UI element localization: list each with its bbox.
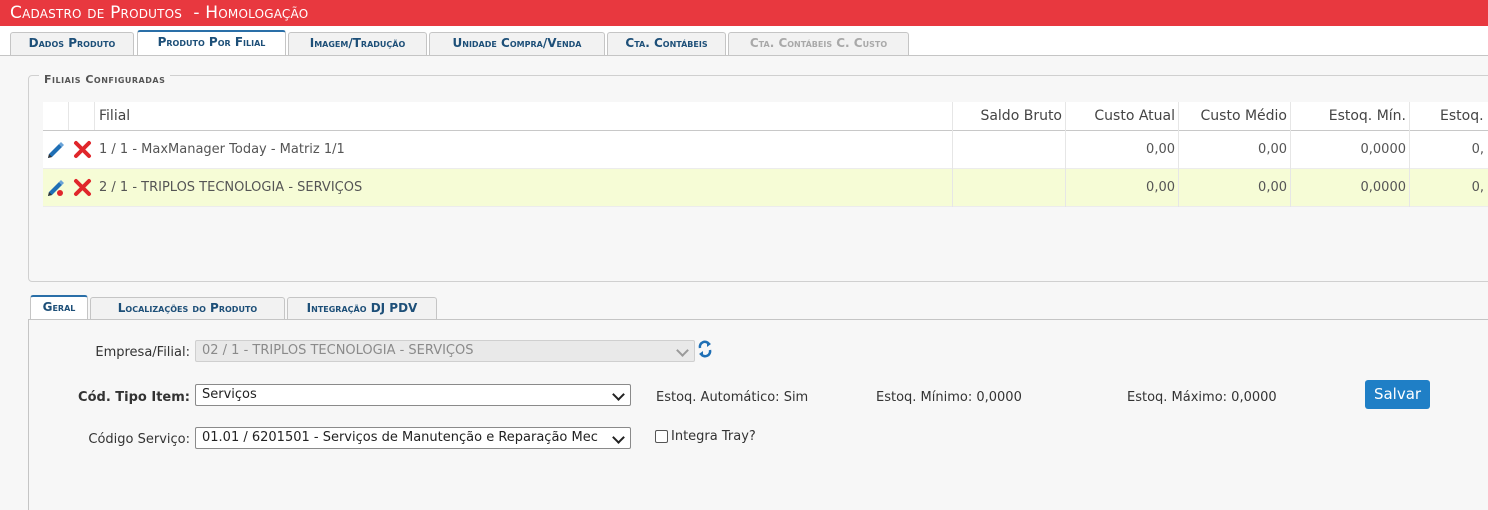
red-x-icon[interactable] xyxy=(73,140,92,159)
column-divider xyxy=(94,102,95,130)
cell-saldo-bruto xyxy=(953,169,1066,206)
column-custo-atual[interactable]: Custo Atual xyxy=(1066,102,1179,130)
cell-custo-atual: 0,00 xyxy=(1146,142,1175,157)
red-x-icon[interactable] xyxy=(73,178,92,197)
tipo-item-label: Cód. Tipo Item: xyxy=(78,390,190,405)
cell-custo-medio: 0,00 xyxy=(1258,180,1287,195)
tab-cta-contabeis[interactable]: Cta. Contábeis xyxy=(607,32,726,55)
chevron-down-icon xyxy=(676,344,689,357)
empresa-select: 02 / 1 - TRIPLOS TECNOLOGIA - SERVIÇOS xyxy=(195,340,695,362)
estoq-minimo: Estoq. Mínimo: 0,0000 xyxy=(876,390,1022,405)
tab-unidade-compra-venda[interactable]: Unidade Compra/Venda xyxy=(429,32,605,55)
pencil-icon[interactable] xyxy=(46,141,65,160)
cell-estoq: 0, xyxy=(1471,142,1484,157)
column-estoq[interactable]: Estoq. xyxy=(1436,102,1488,130)
tab-imagem-traducao[interactable]: Imagem/Tradução xyxy=(288,32,427,55)
cell-filial: 2 / 1 - TRIPLOS TECNOLOGIA - SERVIÇOS xyxy=(99,180,363,195)
tipo-item-select[interactable]: Serviços xyxy=(195,384,631,406)
chevron-down-icon xyxy=(612,431,625,444)
codigo-servico-value: 01.01 / 6201501 - Serviços de Manutenção… xyxy=(202,430,598,445)
column-filial[interactable]: Filial xyxy=(95,102,953,130)
empresa-value: 02 / 1 - TRIPLOS TECNOLOGIA - SERVIÇOS xyxy=(202,343,474,358)
column-divider xyxy=(1290,102,1291,207)
column-divider xyxy=(68,102,69,130)
tab-cta-contabeis-c-custo: Cta. Contábeis C. Custo xyxy=(728,32,909,55)
chevron-down-icon xyxy=(612,388,625,401)
tab-produto-por-filial[interactable]: Produto Por Filial xyxy=(137,30,286,55)
save-button[interactable]: Salvar xyxy=(1365,380,1430,409)
filiais-grid: Filial Saldo Bruto Custo Atual Custo Méd… xyxy=(43,102,1488,207)
cell-filial: 1 / 1 - MaxManager Today - Matriz 1/1 xyxy=(99,142,345,157)
tipo-item-value: Serviços xyxy=(202,387,257,402)
integra-tray-label[interactable]: Integra Tray? xyxy=(671,429,756,444)
column-saldo-bruto[interactable]: Saldo Bruto xyxy=(953,102,1066,130)
estoq-automatico: Estoq. Automático: Sim xyxy=(656,390,809,405)
subtab-geral[interactable]: Geral xyxy=(30,295,88,320)
codigo-servico-select[interactable]: 01.01 / 6201501 - Serviços de Manutenção… xyxy=(195,427,631,449)
column-custo-medio[interactable]: Custo Médio xyxy=(1179,102,1291,130)
integra-tray-checkbox[interactable] xyxy=(655,430,668,443)
refresh-icon[interactable] xyxy=(697,339,713,359)
subtab-localizacoes[interactable]: Localizações do Produto xyxy=(90,297,285,320)
empresa-label: Empresa/Filial: xyxy=(95,345,190,360)
column-divider xyxy=(952,102,953,207)
column-divider xyxy=(1065,102,1066,207)
estoq-maximo: Estoq. Máximo: 0,0000 xyxy=(1127,390,1277,405)
cell-custo-medio: 0,00 xyxy=(1258,142,1287,157)
cell-estoq-min: 0,0000 xyxy=(1360,180,1407,195)
filiais-legend: Filiais Configuradas xyxy=(39,73,171,86)
codigo-servico-label: Código Serviço: xyxy=(88,432,190,447)
subtab-integracao-dj-pdv[interactable]: Integração DJ PDV xyxy=(287,297,437,320)
column-estoq-min[interactable]: Estoq. Mín. xyxy=(1291,102,1410,130)
column-divider xyxy=(1178,102,1179,207)
tab-dados-produto[interactable]: Dados Produto xyxy=(10,32,134,55)
pencil-icon[interactable] xyxy=(46,179,65,198)
cell-custo-atual: 0,00 xyxy=(1146,180,1175,195)
grid-header: Filial Saldo Bruto Custo Atual Custo Méd… xyxy=(43,102,1488,131)
table-row[interactable]: 1 / 1 - MaxManager Today - Matriz 1/1 0,… xyxy=(43,131,1488,169)
window-title: Cadastro de Produtos - Homologação xyxy=(10,3,309,23)
cell-saldo-bruto xyxy=(953,131,1066,168)
column-divider xyxy=(1409,102,1410,207)
cell-estoq: 0, xyxy=(1471,180,1484,195)
environment-label: - Homologação xyxy=(193,3,309,23)
table-row[interactable]: 2 / 1 - TRIPLOS TECNOLOGIA - SERVIÇOS 0,… xyxy=(43,169,1488,207)
cell-estoq-min: 0,0000 xyxy=(1360,142,1407,157)
title-bar: Cadastro de Produtos - Homologação xyxy=(0,0,1488,26)
